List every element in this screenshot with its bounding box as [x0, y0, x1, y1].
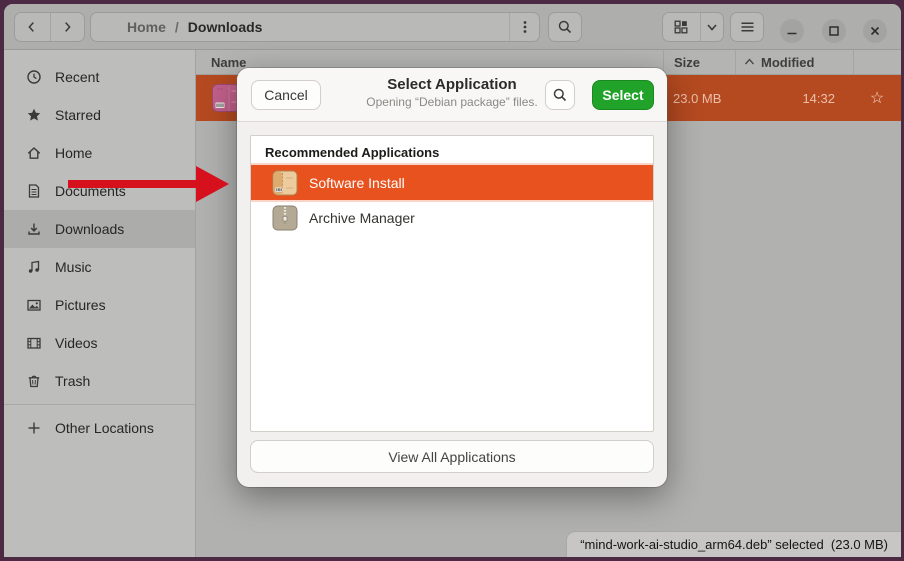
home-icon — [103, 19, 119, 35]
sidebar-item-starred[interactable]: Starred — [4, 96, 195, 134]
column-label: Modified — [761, 55, 814, 70]
sidebar-separator — [4, 404, 195, 405]
sidebar-item-label: Downloads — [55, 221, 124, 237]
cancel-button[interactable]: Cancel — [251, 80, 321, 110]
hamburger-menu-icon — [739, 19, 756, 35]
forward-button[interactable] — [50, 13, 85, 41]
sidebar-item-videos[interactable]: Videos — [4, 324, 195, 362]
home-icon — [25, 145, 42, 162]
sidebar-item-label: Home — [55, 145, 92, 161]
path-menu-button[interactable] — [509, 13, 539, 41]
download-icon — [25, 221, 42, 238]
maximize-button[interactable] — [822, 19, 846, 43]
main-menu-button[interactable] — [730, 12, 764, 42]
app-label: Archive Manager — [309, 210, 415, 226]
application-list: Recommended Applications Software Instal… — [250, 135, 654, 432]
chevron-left-icon — [25, 20, 39, 34]
headerbar: Home / Downloads — [4, 4, 901, 50]
annotation-arrow — [66, 163, 232, 205]
close-button[interactable] — [863, 19, 887, 43]
column-label: Name — [211, 55, 246, 70]
file-modified: 14:32 — [802, 91, 835, 106]
chevron-right-icon — [60, 20, 74, 34]
recent-icon — [25, 69, 42, 86]
search-icon — [552, 87, 568, 103]
search-icon — [557, 19, 573, 35]
video-icon — [25, 335, 42, 352]
sidebar-item-label: Starred — [55, 107, 101, 123]
column-header-star — [853, 50, 901, 74]
plus-icon — [25, 420, 42, 437]
sidebar-item-label: Pictures — [55, 297, 106, 313]
app-label: Software Install — [309, 175, 405, 191]
minimize-button[interactable] — [780, 19, 804, 43]
section-title: Recommended Applications — [251, 136, 653, 165]
sidebar-item-other-locations[interactable]: Other Locations — [4, 409, 195, 447]
sidebar-item-label: Videos — [55, 335, 98, 351]
select-application-dialog: Cancel Select Application Opening “Debia… — [237, 68, 667, 487]
breadcrumb-current[interactable]: Downloads — [188, 19, 263, 35]
dialog-title-block: Select Application Opening “Debian packa… — [337, 76, 567, 109]
close-icon — [869, 25, 881, 37]
minimize-icon — [786, 25, 798, 37]
software-install-icon — [272, 170, 298, 196]
sort-ascending-icon — [744, 58, 755, 66]
dialog-title: Select Application — [337, 76, 567, 93]
view-options-button[interactable] — [700, 13, 723, 41]
document-icon — [25, 183, 42, 200]
dialog-subtitle: Opening “Debian package” files. — [337, 95, 567, 109]
archive-manager-icon — [272, 205, 298, 231]
dialog-header: Cancel Select Application Opening “Debia… — [237, 68, 667, 122]
app-row-software-install[interactable]: Software Install — [251, 165, 653, 200]
grid-view-icon — [673, 19, 689, 35]
status-bar: “mind-work-ai-studio_arm64.deb” selected… — [566, 531, 901, 557]
sidebar-item-label: Music — [55, 259, 92, 275]
breadcrumb[interactable]: Home / Downloads — [90, 12, 540, 42]
file-modified-cell: 14:32 — [735, 91, 853, 106]
picture-icon — [25, 297, 42, 314]
column-header-size[interactable]: Size — [663, 50, 735, 74]
column-label: Size — [674, 55, 700, 70]
sidebar-item-pictures[interactable]: Pictures — [4, 286, 195, 324]
back-button[interactable] — [15, 13, 50, 41]
dialog-search-button[interactable] — [545, 80, 575, 110]
kebab-menu-icon — [517, 19, 533, 35]
breadcrumb-home[interactable]: Home — [127, 19, 166, 35]
chevron-down-icon — [705, 20, 719, 34]
file-star-cell[interactable]: ☆ — [853, 88, 901, 108]
sidebar-item-downloads[interactable]: Downloads — [4, 210, 195, 248]
view-toggle-split-button — [662, 12, 724, 42]
trash-icon — [25, 373, 42, 390]
app-row-archive-manager[interactable]: Archive Manager — [251, 200, 653, 235]
nav-button-group — [14, 12, 85, 42]
status-text: “mind-work-ai-studio_arm64.deb” selected… — [580, 537, 888, 552]
file-size: 23.0 MB — [673, 91, 721, 106]
star-icon — [25, 107, 42, 124]
column-header-modified[interactable]: Modified — [735, 50, 853, 74]
sidebar-item-music[interactable]: Music — [4, 248, 195, 286]
maximize-icon — [828, 25, 840, 37]
music-icon — [25, 259, 42, 276]
sidebar-item-trash[interactable]: Trash — [4, 362, 195, 400]
search-button[interactable] — [548, 12, 582, 42]
sidebar-item-label: Other Locations — [55, 420, 154, 436]
breadcrumb-separator: / — [175, 19, 179, 35]
star-outline-icon[interactable]: ☆ — [870, 88, 884, 108]
sidebar-item-label: Recent — [55, 69, 99, 85]
sidebar: Recent Starred Home Documents Downloads … — [4, 50, 196, 557]
select-button[interactable]: Select — [592, 80, 654, 110]
sidebar-item-recent[interactable]: Recent — [4, 58, 195, 96]
file-size-cell: 23.0 MB — [663, 91, 735, 106]
sidebar-item-label: Trash — [55, 373, 90, 389]
view-all-applications-button[interactable]: View All Applications — [250, 440, 654, 473]
grid-view-button[interactable] — [663, 13, 700, 41]
